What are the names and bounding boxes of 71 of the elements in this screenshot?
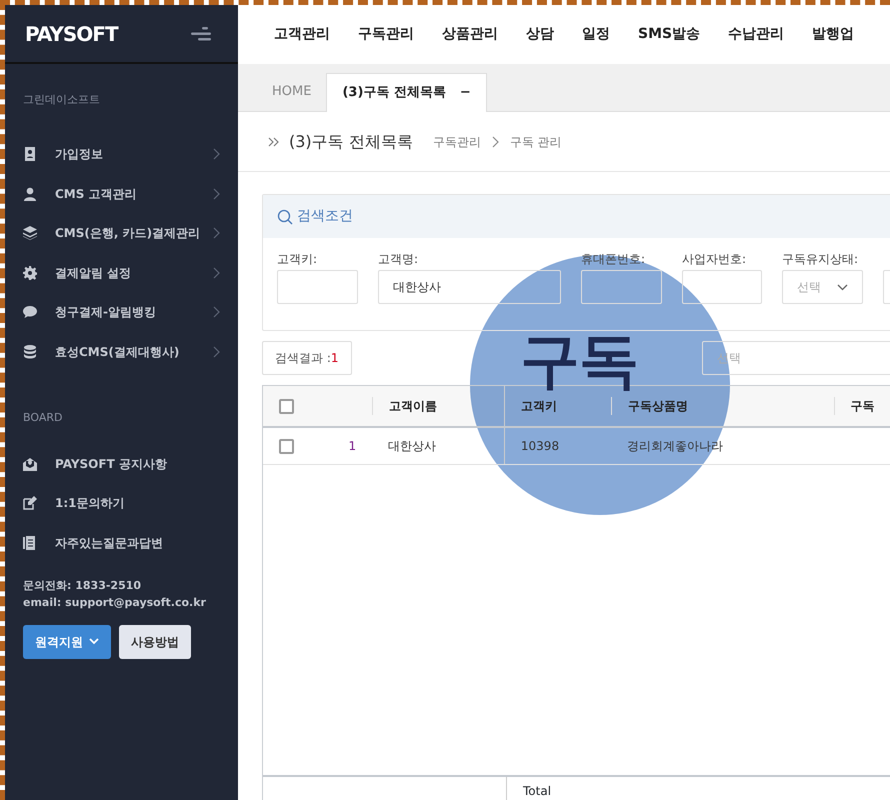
column-header[interactable]: 고객이름 xyxy=(389,399,438,413)
page-title: (3)구독 전체목록 xyxy=(289,130,413,152)
nav-menu-item[interactable]: 구독관리 xyxy=(358,24,414,45)
close-tab-button[interactable]: − xyxy=(460,83,471,103)
checkbox[interactable] xyxy=(279,398,294,414)
menu-icon[interactable] xyxy=(191,26,211,40)
caret-icon xyxy=(89,638,99,645)
user-icon xyxy=(23,186,37,201)
sidebar-menu-item[interactable]: CMS(은행, 카드)결제관리 xyxy=(55,224,200,242)
chevron-icon xyxy=(213,148,220,160)
caret-icon xyxy=(837,284,848,290)
input-field[interactable] xyxy=(581,270,662,304)
speech-bubble-icon xyxy=(23,305,37,320)
field-label: 구독유지상태: xyxy=(782,251,860,266)
breadcrumb-link[interactable]: 구독관리 xyxy=(432,132,481,150)
nav-menu-item[interactable]: 수납관리 xyxy=(728,24,784,45)
chevron-icon xyxy=(213,188,220,200)
sidebar-menu-item[interactable]: 청구결제-알림뱅킹 xyxy=(55,303,156,322)
nav-menu-item[interactable]: 상품관리 xyxy=(442,24,498,45)
input-field[interactable] xyxy=(277,270,358,304)
checkbox[interactable] xyxy=(279,438,294,454)
nav-menu-item[interactable]: SMS발송 xyxy=(638,24,700,45)
nav-menu-item[interactable]: 고객관리 xyxy=(274,24,330,45)
guide-button[interactable]: 사용방법 xyxy=(119,624,191,658)
chevron-icon xyxy=(213,346,220,358)
board-link[interactable]: 자주있는질문과답변 xyxy=(55,534,163,552)
sidebar-menu-item[interactable]: 효성CMS(결제대행사) xyxy=(55,342,180,361)
settings-icon xyxy=(23,266,37,280)
document-icon xyxy=(23,536,37,550)
section-label: 그린데이소프트 xyxy=(22,92,101,108)
highlight-text: 구독 xyxy=(520,331,638,391)
section-label: BOARD xyxy=(22,410,64,426)
table-cell-text: 10398 xyxy=(520,438,560,455)
field-label: 고객명: xyxy=(378,251,420,266)
contact-text: email: support@paysoft.co.kr xyxy=(23,594,207,610)
sidebar-menu-item[interactable]: 결제알림 설정 xyxy=(55,264,132,282)
sidebar-menu-item[interactable]: 가입정보 xyxy=(55,145,103,164)
input-field[interactable]: 대한상사 xyxy=(378,270,561,304)
field-label: 고객키: xyxy=(277,251,318,266)
nav-menu-item[interactable]: 일정 xyxy=(582,24,610,45)
table-cell: 대한상사 xyxy=(388,439,436,453)
column-header[interactable]: 구독 xyxy=(850,399,875,413)
database-icon xyxy=(23,344,37,359)
board-link[interactable]: 1:1문의하기 xyxy=(55,494,124,512)
column-header[interactable]: 고객키 xyxy=(520,397,557,415)
breadcrumb-link[interactable]: 구독 관리 xyxy=(510,132,562,150)
page-tab[interactable]: (3)구독 전체목록 − xyxy=(326,73,487,112)
total-label: Total xyxy=(523,783,552,800)
contact-text: 문의전화: 1833-2510 xyxy=(23,578,142,594)
id-card-icon xyxy=(23,147,37,162)
nav-menu-item[interactable]: 발행업 xyxy=(812,24,854,45)
sidebar-menu-item[interactable]: CMS 고객관리 xyxy=(55,184,137,203)
chevron-icon xyxy=(213,266,220,279)
double-chevron-icon xyxy=(268,136,279,146)
layers-icon xyxy=(23,226,37,240)
search-panel-title: 검색조건 xyxy=(297,207,353,226)
table-cell: 1 xyxy=(348,439,356,453)
chevron-icon xyxy=(213,227,220,240)
column-header[interactable]: 구독상품명 xyxy=(628,399,688,413)
edit-icon xyxy=(23,496,37,510)
result-count: 검색결과 :1 xyxy=(262,341,352,375)
field-label: 사업자번호: xyxy=(682,251,748,266)
chevron-icon xyxy=(213,306,220,318)
board-link[interactable]: PAYSOFT 공지사항 xyxy=(55,454,167,473)
input-field[interactable] xyxy=(682,270,762,304)
search-icon xyxy=(277,208,293,224)
remote-support-button[interactable]: 원격지원 xyxy=(23,624,111,658)
mail-icon xyxy=(23,456,37,471)
logo-text[interactable]: PAYSOFT xyxy=(25,18,118,48)
chevron-icon xyxy=(492,136,499,148)
nav-menu-item[interactable]: 상담 xyxy=(526,24,554,45)
